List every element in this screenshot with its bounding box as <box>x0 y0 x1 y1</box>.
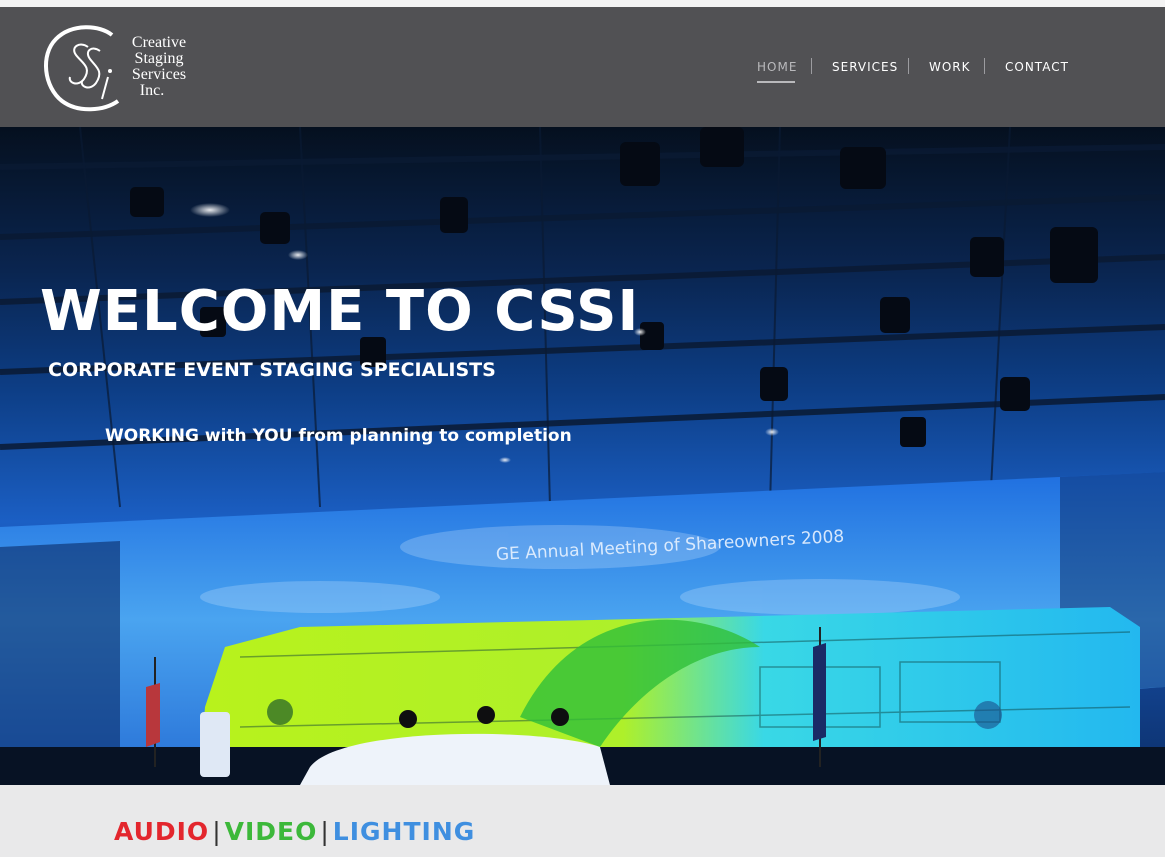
logo-line-staging: Staging <box>134 50 184 67</box>
nav-home[interactable]: HOME <box>757 60 797 74</box>
logo-line-inc: Inc. <box>139 82 165 99</box>
logo-wordmark: Creative Staging Services Inc. <box>116 35 202 99</box>
nav-separator <box>811 58 812 74</box>
logo-line-services: Services <box>131 66 187 83</box>
service-video: VIDEO <box>224 817 318 846</box>
stage-photo-illustration <box>0 127 1165 785</box>
service-separator: | <box>320 817 330 846</box>
services-heading: AUDIO | VIDEO | LIGHTING <box>114 817 475 846</box>
services-band: AUDIO | VIDEO | LIGHTING <box>0 785 1165 857</box>
cssi-logo[interactable]: Creative Staging Services Inc. <box>42 21 202 113</box>
nav-contact[interactable]: CONTACT <box>1005 60 1069 74</box>
hero-tagline: WORKING with YOU from planning to comple… <box>105 426 572 446</box>
nav-services[interactable]: SERVICES <box>832 60 898 74</box>
service-separator: | <box>212 817 222 846</box>
nav-work[interactable]: WORK <box>929 60 971 74</box>
hero-subtitle: CORPORATE EVENT STAGING SPECIALISTS <box>48 359 496 381</box>
logo-line-creative: Creative <box>131 34 187 51</box>
service-lighting: LIGHTING <box>332 817 476 846</box>
hero-title: WELCOME TO CSSI <box>40 279 640 344</box>
nav-separator <box>908 58 909 74</box>
hero-banner: GE Annual Meeting of Shareowners 2008 WE… <box>0 127 1165 785</box>
nav-active-underline <box>757 81 795 83</box>
main-nav: HOME SERVICES WORK CONTACT <box>745 7 1165 127</box>
logo-monogram-icon <box>43 25 120 112</box>
nav-separator <box>984 58 985 74</box>
service-audio: AUDIO <box>114 817 210 846</box>
